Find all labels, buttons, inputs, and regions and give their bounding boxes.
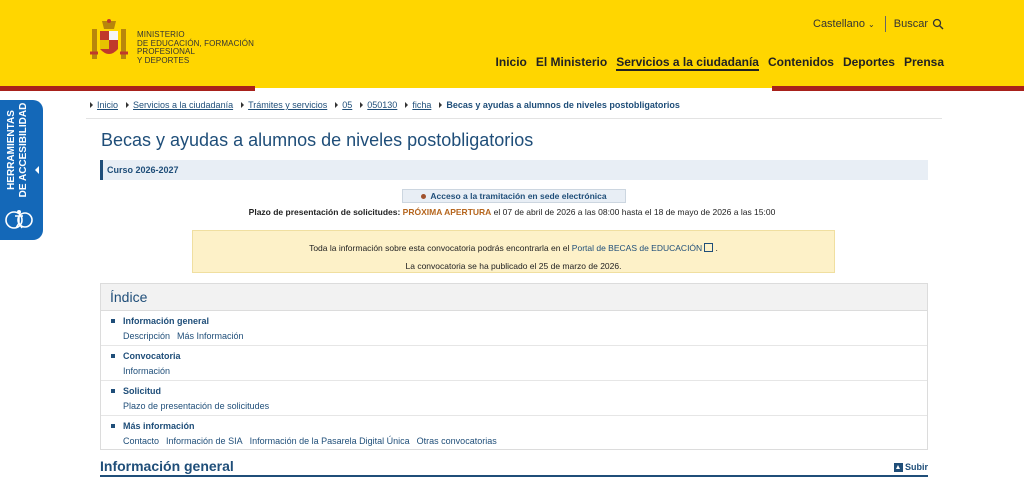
index-section-links: Plazo de presentación de solicitudes: [111, 398, 927, 413]
index-section-links: Información: [111, 363, 927, 378]
electronic-access-label: Acceso a la tramitación en sede electrón…: [430, 191, 607, 201]
index-section-label: Información general: [123, 315, 210, 326]
breadcrumb-item[interactable]: 05: [335, 100, 352, 110]
breadcrumb-link[interactable]: 050130: [367, 100, 397, 110]
page-title: Becas y ayudas a alumnos de niveles post…: [101, 130, 534, 150]
coat-of-arms-icon[interactable]: [86, 17, 132, 65]
accessibility-tools-tab[interactable]: HERRAMIENTAS DE ACCESIBILIDAD: [0, 100, 43, 240]
back-to-top-label: Subir: [905, 462, 929, 472]
breadcrumb-link[interactable]: Inicio: [97, 100, 118, 110]
language-label: Castellano: [813, 18, 865, 30]
index-section-label: Más información: [123, 420, 195, 431]
nav-prensa[interactable]: Prensa: [904, 55, 944, 71]
nav-inicio[interactable]: Inicio: [496, 55, 527, 71]
index-section: Convocatoria Información: [101, 346, 927, 381]
info-notice: Toda la información sobre esta convocato…: [192, 230, 835, 273]
breadcrumb-link[interactable]: 05: [342, 100, 352, 110]
caret-right-icon: [439, 102, 443, 108]
index-link-contacto[interactable]: Contacto: [123, 436, 159, 446]
section-underline: [100, 475, 928, 477]
ministry-name[interactable]: MINISTERIO DE EDUCACIÓN, FORMACIÓN PROFE…: [137, 30, 307, 65]
breadcrumb-item[interactable]: 050130: [360, 100, 397, 110]
square-bullet-icon: [111, 388, 115, 393]
breadcrumb-link[interactable]: Trámites y servicios: [248, 100, 327, 110]
breadcrumb-item[interactable]: Servicios a la ciudadanía: [126, 100, 233, 110]
index-section-label: Convocatoria: [123, 350, 181, 361]
index-link-sia[interactable]: Información de SIA: [166, 436, 243, 446]
submission-period: Plazo de presentación de solicitudes: PR…: [0, 207, 1024, 217]
accessibility-label: HERRAMIENTAS DE ACCESIBILIDAD: [6, 102, 29, 198]
header-stripe-right: [772, 86, 1024, 91]
caret-right-icon: [360, 102, 364, 108]
back-to-top-button[interactable]: Subir: [894, 462, 928, 472]
search-button[interactable]: Buscar: [894, 18, 944, 30]
index-section-title[interactable]: Convocatoria: [111, 348, 927, 363]
nav-servicios-ciudadania[interactable]: Servicios a la ciudadanía: [616, 55, 759, 71]
index-link-mas-informacion[interactable]: Más Información: [177, 331, 244, 341]
index-link-pasarela[interactable]: Información de la Pasarela Digital Única: [250, 436, 410, 446]
index-section-title[interactable]: Más información: [111, 418, 927, 433]
square-bullet-icon: [111, 353, 115, 358]
submission-status: PRÓXIMA APERTURA: [402, 207, 492, 217]
breadcrumb-item[interactable]: Inicio: [90, 100, 118, 110]
breadcrumb-current-label: Becas y ayudas a alumnos de niveles post…: [446, 100, 680, 110]
index-link-informacion[interactable]: Información: [123, 366, 170, 376]
search-icon: [932, 18, 944, 30]
caret-right-icon: [126, 102, 130, 108]
index-section: Solicitud Plazo de presentación de solic…: [101, 381, 927, 416]
section-heading-info-general: Información general: [100, 458, 234, 474]
index-link-plazo[interactable]: Plazo de presentación de solicitudes: [123, 401, 269, 411]
breadcrumb-link[interactable]: ficha: [412, 100, 431, 110]
caret-right-icon: [241, 102, 245, 108]
bullet-icon: [421, 193, 427, 199]
square-bullet-icon: [111, 423, 115, 428]
index-section-title[interactable]: Información general: [111, 313, 927, 328]
header-utilities: Castellano ⌄ Buscar: [813, 16, 944, 32]
index-section-links: Contacto Información de SIA Información …: [111, 433, 927, 448]
index-section: Información general Descripción Más Info…: [101, 311, 927, 346]
header-stripe-left: [0, 86, 255, 91]
nav-deportes[interactable]: Deportes: [843, 55, 895, 71]
language-selector[interactable]: Castellano ⌄: [813, 16, 886, 32]
index-link-otras[interactable]: Otras convocatorias: [417, 436, 497, 446]
chevron-left-icon: [35, 166, 39, 174]
main-nav: Inicio El Ministerio Servicios a la ciud…: [496, 55, 944, 71]
index-title: Índice: [101, 284, 927, 311]
caret-right-icon: [335, 102, 339, 108]
notice-line-1: Toda la información sobre esta convocato…: [309, 243, 718, 253]
index-link-descripcion[interactable]: Descripción: [123, 331, 170, 341]
arrow-up-icon: [894, 462, 903, 472]
breadcrumb-current: Becas y ayudas a alumnos de niveles post…: [439, 100, 680, 110]
chevron-down-icon: ⌄: [868, 20, 875, 29]
breadcrumb-divider: [86, 118, 942, 119]
index-section: Más información Contacto Información de …: [101, 416, 927, 451]
caret-right-icon: [90, 102, 93, 108]
becas-portal-link[interactable]: Portal de BECAS de EDUCACIÓN: [572, 243, 702, 253]
notice-line-2: La convocatoria se ha publicado el 25 de…: [405, 261, 622, 271]
nav-el-ministerio[interactable]: El Ministerio: [536, 55, 607, 71]
square-bullet-icon: [111, 318, 115, 323]
breadcrumb-item[interactable]: ficha: [405, 100, 431, 110]
index-section-title[interactable]: Solicitud: [111, 383, 927, 398]
caret-right-icon: [405, 102, 409, 108]
index-panel: Índice Información general Descripción M…: [100, 283, 928, 450]
course-banner: Curso 2026-2027: [100, 160, 928, 180]
notice-text: Toda la información sobre esta convocato…: [309, 243, 570, 253]
submission-period-label: Plazo de presentación de solicitudes:: [248, 207, 401, 217]
search-label: Buscar: [893, 18, 928, 30]
submission-period-dates: el 07 de abril de 2026 a las 08:00 hasta…: [493, 207, 776, 217]
breadcrumb-item[interactable]: Trámites y servicios: [241, 100, 327, 110]
breadcrumb: Inicio Servicios a la ciudadanía Trámite…: [90, 100, 688, 110]
breadcrumb-link[interactable]: Servicios a la ciudadanía: [133, 100, 233, 110]
index-section-label: Solicitud: [123, 385, 161, 396]
nav-contenidos[interactable]: Contenidos: [768, 55, 834, 71]
electronic-access-button[interactable]: Acceso a la tramitación en sede electrón…: [402, 189, 626, 203]
index-section-links: Descripción Más Información: [111, 328, 927, 343]
external-link-icon[interactable]: [704, 243, 714, 252]
